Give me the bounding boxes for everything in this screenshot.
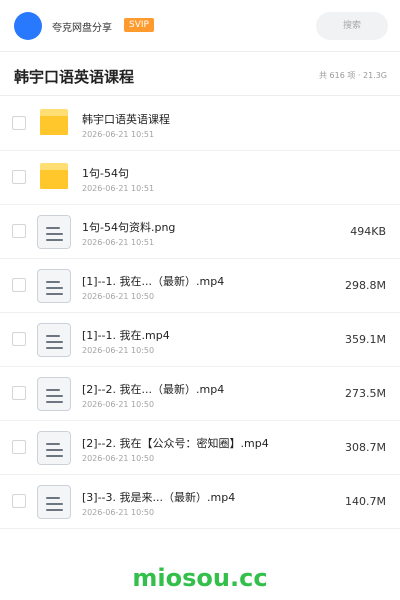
file-date: 2026-06-21 10:50	[82, 292, 155, 301]
row-checkbox[interactable]	[12, 278, 26, 292]
file-name[interactable]: [3]--3. 我是来...（最新）.mp4	[82, 489, 235, 505]
file-name[interactable]: [2]--2. 我在【公众号：密知圈】.mp4	[82, 435, 269, 451]
document-icon	[37, 323, 71, 357]
account-name[interactable]: 夸克网盘分享	[52, 19, 112, 34]
row-checkbox[interactable]	[12, 116, 26, 130]
file-row[interactable]: 韩宇口语英语课程 2026-06-21 10:51	[0, 97, 400, 151]
document-icon	[37, 485, 71, 519]
file-size: 494KB	[350, 225, 386, 238]
file-row[interactable]: 1句-54句 2026-06-21 10:51	[0, 151, 400, 205]
title-bar: 韩宇口语英语课程 共 616 项 · 21.3G	[0, 52, 400, 96]
file-size: 298.8M	[345, 279, 386, 292]
folder-icon	[37, 107, 71, 141]
row-checkbox[interactable]	[12, 440, 26, 454]
site-watermark: miosou.cc	[132, 564, 268, 592]
document-icon	[37, 269, 71, 303]
file-row[interactable]: [1]--1. 我在...（最新）.mp4 2026-06-21 10:50 2…	[0, 259, 400, 313]
row-checkbox[interactable]	[12, 170, 26, 184]
file-row[interactable]: [1]--1. 我在.mp4 2026-06-21 10:50 359.1M	[0, 313, 400, 367]
folder-icon	[37, 161, 71, 195]
file-date: 2026-06-21 10:51	[82, 130, 155, 139]
row-checkbox[interactable]	[12, 494, 26, 508]
file-list: 韩宇口语英语课程 2026-06-21 10:51 1句-54句 2026-06…	[0, 97, 400, 529]
document-icon	[37, 215, 71, 249]
top-header: 夸克网盘分享 SVIP	[0, 0, 400, 52]
file-name[interactable]: 1句-54句	[82, 165, 129, 181]
file-name[interactable]: [1]--1. 我在...（最新）.mp4	[82, 273, 224, 289]
document-icon	[37, 431, 71, 465]
file-row[interactable]: [2]--2. 我在...（最新）.mp4 2026-06-21 10:50 2…	[0, 367, 400, 421]
file-date: 2026-06-21 10:50	[82, 454, 155, 463]
file-size: 359.1M	[345, 333, 386, 346]
document-icon	[37, 377, 71, 411]
file-row[interactable]: 1句-54句资料.png 2026-06-21 10:51 494KB	[0, 205, 400, 259]
file-size: 140.7M	[345, 495, 386, 508]
file-name[interactable]: 1句-54句资料.png	[82, 219, 175, 235]
file-name[interactable]: [1]--1. 我在.mp4	[82, 327, 170, 343]
row-checkbox[interactable]	[12, 332, 26, 346]
file-date: 2026-06-21 10:50	[82, 400, 155, 409]
file-date: 2026-06-21 10:50	[82, 508, 155, 517]
row-checkbox[interactable]	[12, 224, 26, 238]
avatar[interactable]	[14, 12, 42, 40]
file-name[interactable]: 韩宇口语英语课程	[82, 111, 170, 127]
svip-badge: SVIP	[124, 18, 154, 32]
row-checkbox[interactable]	[12, 386, 26, 400]
file-size: 273.5M	[345, 387, 386, 400]
file-name[interactable]: [2]--2. 我在...（最新）.mp4	[82, 381, 224, 397]
file-row[interactable]: [3]--3. 我是来...（最新）.mp4 2026-06-21 10:50 …	[0, 475, 400, 529]
file-size: 308.7M	[345, 441, 386, 454]
file-date: 2026-06-21 10:51	[82, 184, 155, 193]
file-date: 2026-06-21 10:50	[82, 346, 155, 355]
page-title: 韩宇口语英语课程	[14, 68, 135, 86]
search-input[interactable]	[316, 12, 388, 40]
item-summary: 共 616 项 · 21.3G	[319, 71, 387, 80]
file-date: 2026-06-21 10:51	[82, 238, 155, 247]
file-row[interactable]: [2]--2. 我在【公众号：密知圈】.mp4 2026-06-21 10:50…	[0, 421, 400, 475]
